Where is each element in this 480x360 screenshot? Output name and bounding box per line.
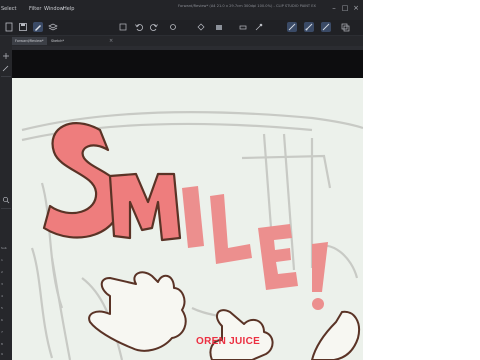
tool-label[interactable]: 1 [1,258,11,262]
tab-bar: Forward/Review* Sketch* × [0,36,363,46]
menu-help[interactable]: Help [63,6,74,12]
tool-label[interactable]: 9 [1,352,11,356]
transform-icon[interactable] [118,22,128,32]
snap-icon[interactable] [304,22,314,32]
window-title: Forward/Review* (A4 21.0 x 29.7cm 300dpi… [178,4,316,8]
menu-window[interactable]: Window [44,6,64,12]
close-icon[interactable]: × [352,4,360,12]
artwork [21,111,363,360]
tool-label[interactable]: Sub [1,246,11,250]
canvas-pasteboard [12,50,363,78]
menu-bar: Select Filter Window Help Forward/Review… [0,0,363,21]
settings-icon[interactable] [168,22,178,32]
eraser-icon[interactable] [238,22,248,32]
tool-divider [1,76,11,77]
select-icon[interactable] [214,22,224,32]
smile-lettering [42,122,182,242]
exclaim-dot [312,298,324,310]
fill-icon[interactable] [196,22,206,32]
tool-label[interactable]: 2 [1,270,11,274]
letter-exclaim [312,242,328,292]
letter-m [108,172,182,242]
menu-filter[interactable]: Filter [29,6,41,12]
tool-label[interactable]: 3 [1,282,11,286]
pen-icon[interactable] [33,22,43,32]
undo-icon[interactable] [134,22,144,32]
tool-label[interactable]: 7 [1,330,11,334]
brush-icon[interactable] [254,22,264,32]
menu-select[interactable]: Select [1,6,16,12]
artist-credit: OREN JUICE [196,336,261,347]
drawing-canvas[interactable]: OREN JUICE [12,78,363,360]
save-icon[interactable] [18,22,28,32]
app-window: Select Filter Window Help Forward/Review… [0,0,363,360]
ruler-icon[interactable] [287,22,297,32]
letter-l [210,194,252,264]
minimize-icon[interactable]: – [330,4,338,12]
layer-icon[interactable] [48,22,58,32]
letter-i [182,186,204,248]
move-icon[interactable] [2,52,10,60]
tool-divider [1,208,11,209]
grid-icon[interactable] [321,22,331,32]
tab-sketch[interactable]: Sketch* [48,37,67,45]
tab-forward-review[interactable]: Forward/Review* [12,37,47,45]
tab-close-icon[interactable]: × [106,37,116,45]
tool-label[interactable]: 5 [1,306,11,310]
command-bar [0,20,363,36]
brush-icon[interactable] [2,64,10,72]
smile-lettering-faded [182,186,328,310]
layer-icon[interactable] [340,22,350,32]
maximize-icon[interactable]: □ [341,4,349,12]
tool-label[interactable]: 4 [1,294,11,298]
redo-icon[interactable] [149,22,159,32]
new-file-icon[interactable] [4,22,14,32]
search-icon[interactable] [2,196,10,204]
tool-label[interactable]: 6 [1,318,11,322]
tool-label[interactable]: 8 [1,342,11,346]
